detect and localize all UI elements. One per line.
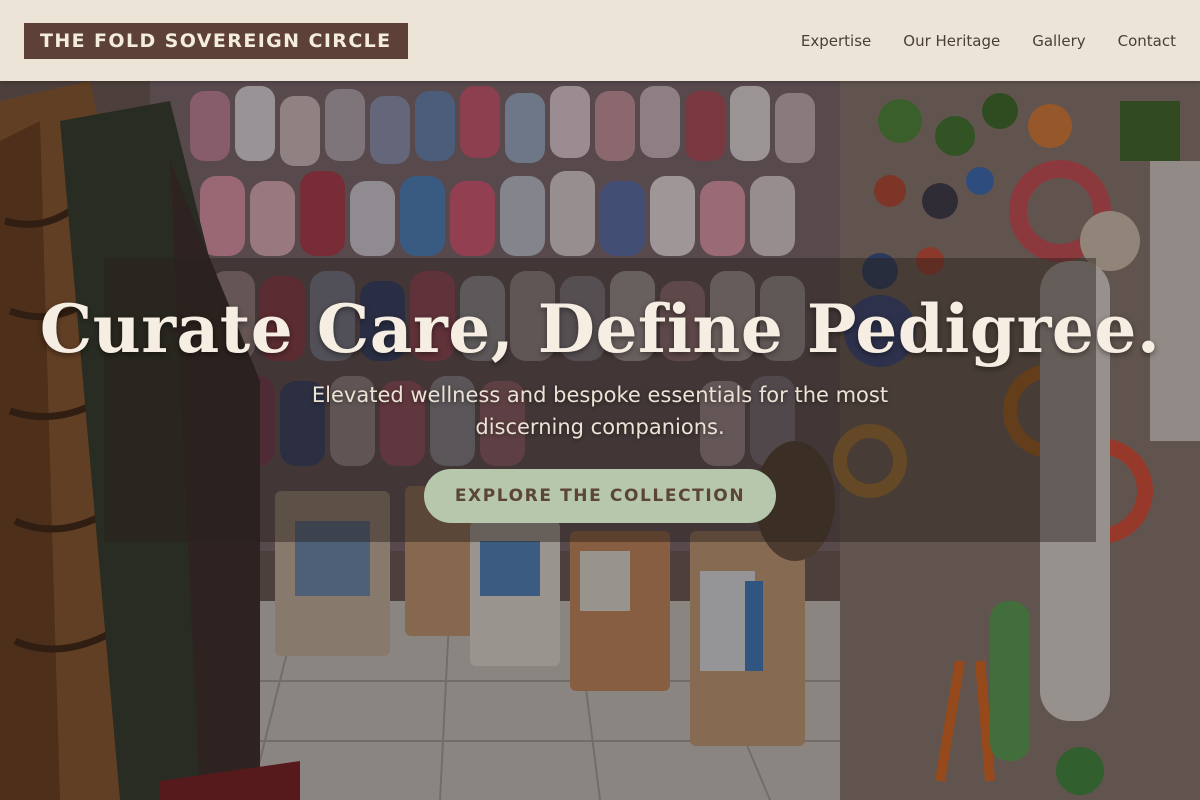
nav-link-our-heritage[interactable]: Our Heritage: [903, 32, 1000, 50]
nav-link-gallery[interactable]: Gallery: [1032, 32, 1085, 50]
brand-logo[interactable]: THE FOLD SOVEREIGN CIRCLE: [24, 22, 408, 59]
nav-link-contact[interactable]: Contact: [1118, 32, 1176, 50]
hero-subtitle: Elevated wellness and bespoke essentials…: [311, 383, 889, 439]
explore-collection-button[interactable]: EXPLORE THE COLLECTION: [424, 469, 776, 523]
nav-link-expertise[interactable]: Expertise: [801, 32, 871, 50]
hero-title: Curate Care, Define Pedigree.: [39, 290, 1161, 368]
main-nav: Expertise Our Heritage Gallery Contact: [801, 32, 1176, 50]
landing-page: THE FOLD SOVEREIGN CIRCLE Expertise Our …: [0, 0, 1200, 800]
site-header: THE FOLD SOVEREIGN CIRCLE Expertise Our …: [0, 0, 1200, 81]
